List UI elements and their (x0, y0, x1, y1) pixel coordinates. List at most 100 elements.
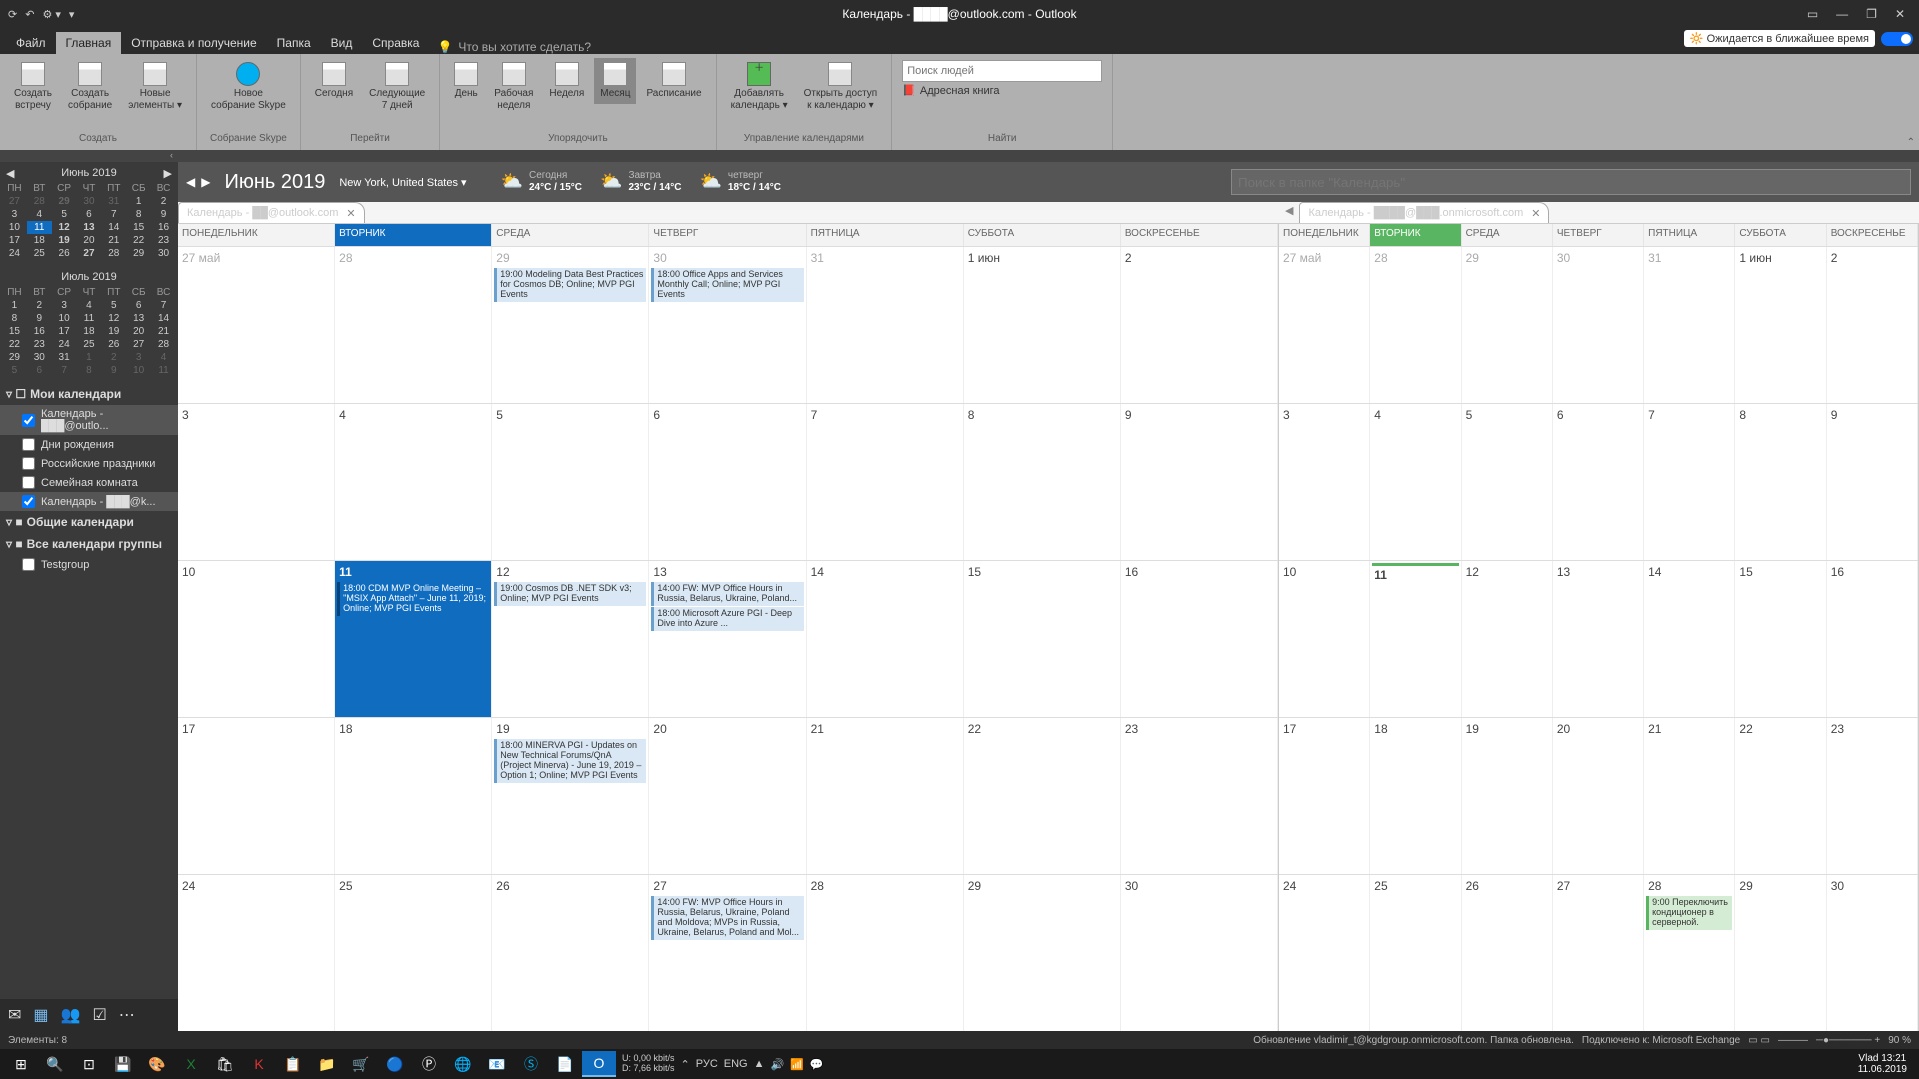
tab-view[interactable]: Вид (321, 32, 363, 54)
calendar-cell[interactable]: 3 (178, 404, 335, 560)
calendar-checkbox[interactable] (22, 457, 35, 470)
calendar-cell[interactable]: 12 (1462, 561, 1553, 717)
minical-day[interactable]: 23 (27, 338, 52, 351)
minical-day[interactable]: 15 (126, 221, 151, 234)
minical-day[interactable]: 4 (151, 351, 176, 364)
calendar-cell[interactable]: 23 (1121, 718, 1278, 874)
calendar-list-item[interactable]: Дни рождения (0, 435, 178, 454)
calendar-cell[interactable]: 23 (1827, 718, 1918, 874)
calendar-tab-1[interactable]: Календарь - ██@outlook.com✕ (178, 202, 365, 223)
calendar-cell[interactable]: 1314:00 FW: MVP Office Hours in Russia, … (649, 561, 806, 717)
minical-day[interactable]: 17 (2, 234, 27, 247)
calendar-cell[interactable]: 18 (1370, 718, 1461, 874)
calendar-cell[interactable]: 27 май (1279, 247, 1370, 403)
close-button[interactable]: ✕ (1895, 7, 1905, 21)
calendar-cell[interactable]: 18 (335, 718, 492, 874)
tab-scroll-left-icon[interactable]: ◀ (1279, 202, 1299, 223)
minical-day[interactable]: 4 (77, 299, 102, 312)
calendar-cell[interactable]: 9 (1121, 404, 1278, 560)
calendar-list-item[interactable]: Семейная комната (0, 473, 178, 492)
minical-day[interactable]: 20 (126, 325, 151, 338)
minical-day[interactable]: 11 (27, 221, 52, 234)
minical-day[interactable]: 16 (151, 221, 176, 234)
calendar-cell[interactable]: 2714:00 FW: MVP Office Hours in Russia, … (649, 875, 806, 1031)
volume-icon[interactable]: 🔊 (771, 1058, 785, 1071)
minical-next-icon[interactable]: ▶ (164, 167, 172, 180)
minical-day[interactable]: 2 (101, 351, 126, 364)
today-button[interactable]: Сегодня (309, 58, 359, 104)
calendar-cell[interactable]: 2919:00 Modeling Data Best Practices for… (492, 247, 649, 403)
zoom-slider[interactable]: ─●────── + (1816, 1035, 1880, 1046)
calendar-cell[interactable]: 24 (178, 875, 335, 1031)
section-my-calendars[interactable]: ▿ ☐ Мои календари (0, 383, 178, 405)
search-button[interactable]: 🔍 (38, 1051, 72, 1077)
minical-day[interactable]: 9 (151, 208, 176, 221)
view-week-button[interactable]: Неделя (543, 58, 590, 104)
calendar-checkbox[interactable] (22, 558, 35, 571)
calendar-cell[interactable]: 30 (1827, 875, 1918, 1031)
action-center-icon[interactable]: 💬 (810, 1058, 824, 1071)
minical-day[interactable]: 24 (2, 247, 27, 260)
minical-day[interactable]: 3 (126, 351, 151, 364)
minical-day[interactable]: 7 (101, 208, 126, 221)
minical-day[interactable]: 1 (77, 351, 102, 364)
tab-home[interactable]: Главная (56, 32, 122, 54)
view-workweek-button[interactable]: Рабочая неделя (488, 58, 539, 116)
calendar-cell[interactable]: 19 (1462, 718, 1553, 874)
calendar-list-item[interactable]: Российские праздники (0, 454, 178, 473)
minical-day[interactable]: 5 (2, 364, 27, 377)
calendar-cell[interactable]: 11 (1370, 561, 1461, 717)
taskbar-app[interactable]: 🛒 (344, 1051, 378, 1077)
minical-day[interactable]: 2 (151, 195, 176, 208)
taskbar-outlook[interactable]: O (582, 1051, 616, 1077)
calendar-cell[interactable]: 31 (807, 247, 964, 403)
minical-day[interactable]: 5 (101, 299, 126, 312)
location-picker[interactable]: New York, United States ▾ (339, 176, 466, 189)
minical-day[interactable]: 2 (27, 299, 52, 312)
taskbar-skype[interactable]: Ⓢ (514, 1051, 548, 1077)
qat-settings-icon[interactable]: ⚙ ▾ (42, 8, 60, 21)
minical-day[interactable]: 10 (126, 364, 151, 377)
calendar-cell[interactable]: 6 (649, 404, 806, 560)
calendar-tab-2[interactable]: Календарь - ████@███.onmicrosoft.com✕ (1299, 202, 1549, 223)
minical-day[interactable]: 22 (2, 338, 27, 351)
minical-day[interactable]: 18 (27, 234, 52, 247)
minical-day[interactable]: 6 (27, 364, 52, 377)
minical-day[interactable]: 22 (126, 234, 151, 247)
taskbar-app[interactable]: Ⓟ (412, 1051, 446, 1077)
calendar-cell[interactable]: 20 (1553, 718, 1644, 874)
minical-day[interactable]: 26 (101, 338, 126, 351)
calendar-cell[interactable]: 4 (335, 404, 492, 560)
calendar-icon[interactable]: ▦ (33, 1005, 48, 1025)
add-calendar-button[interactable]: ＋Добавлять календарь ▾ (725, 58, 794, 116)
minical-day[interactable]: 31 (52, 351, 77, 364)
minical-day[interactable]: 25 (27, 247, 52, 260)
calendar-cell[interactable]: 15 (964, 561, 1121, 717)
calendar-cell[interactable]: 22 (964, 718, 1121, 874)
view-day-button[interactable]: День (448, 58, 484, 104)
minical-day[interactable]: 30 (27, 351, 52, 364)
minical-day[interactable]: 8 (77, 364, 102, 377)
calendar-event[interactable]: 19:00 Modeling Data Best Practices for C… (494, 268, 646, 302)
taskbar-app[interactable]: 💾 (106, 1051, 140, 1077)
section-shared-calendars[interactable]: ▿ ■ Общие календари (0, 511, 178, 533)
tab-sendrecv[interactable]: Отправка и получение (121, 32, 266, 54)
taskbar-store[interactable]: 🛍 (208, 1051, 242, 1077)
minical-day[interactable]: 29 (126, 247, 151, 260)
calendar-cell[interactable]: 4 (1370, 404, 1461, 560)
minical-day[interactable]: 30 (77, 195, 102, 208)
minical-day[interactable]: 29 (52, 195, 77, 208)
calendar-cell[interactable]: 14 (1644, 561, 1735, 717)
calendar-cell[interactable]: 1918:00 MINERVA PGI - Updates on New Tec… (492, 718, 649, 874)
calendar-cell[interactable]: 22 (1735, 718, 1826, 874)
calendar-cell[interactable]: 10 (1279, 561, 1370, 717)
calendar-cell[interactable]: 14 (807, 561, 964, 717)
minical-day[interactable]: 1 (126, 195, 151, 208)
minical-day[interactable]: 25 (77, 338, 102, 351)
calendar-checkbox[interactable] (22, 495, 35, 508)
minical-day[interactable]: 12 (52, 221, 77, 234)
calendar-cell[interactable]: 9 (1827, 404, 1918, 560)
minical-day[interactable]: 6 (126, 299, 151, 312)
minical-day[interactable]: 19 (101, 325, 126, 338)
calendar-cell[interactable]: 6 (1553, 404, 1644, 560)
